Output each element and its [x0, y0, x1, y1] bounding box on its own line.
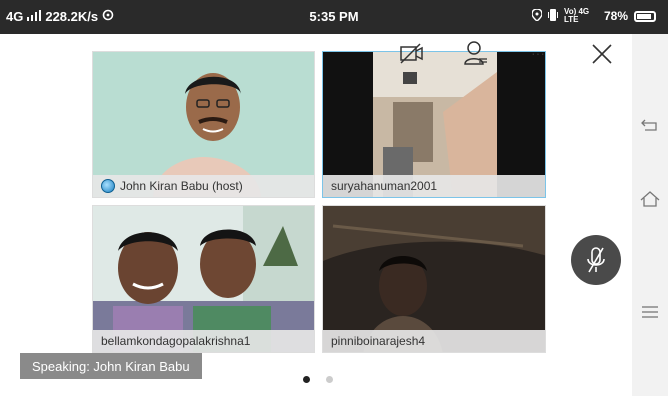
page-indicator[interactable]: [303, 376, 333, 383]
home-button[interactable]: [632, 184, 668, 214]
participant-label: pinniboinarajesh4: [323, 330, 545, 352]
participant-name: John Kiran Babu (host): [120, 179, 243, 193]
video-tile-participant[interactable]: pinniboinarajesh4: [322, 205, 546, 353]
battery-percent: 78%: [603, 9, 628, 23]
back-button[interactable]: [632, 110, 668, 140]
status-bar: 4G 228.2K/s 5:35 PM Vo) 4G LTE 78%: [0, 0, 668, 34]
participants-icon: [464, 41, 487, 65]
more-options-button[interactable]: ···: [526, 42, 550, 64]
host-badge-icon: [101, 179, 115, 193]
android-nav-bar: [632, 34, 668, 396]
participants-button[interactable]: [460, 38, 492, 68]
menu-button[interactable]: [632, 297, 668, 327]
meeting-stage: John Kiran Babu (host) suryahanuman2001: [0, 34, 632, 396]
video-tile-participant[interactable]: bellamkondagopalakrishna1: [92, 205, 315, 353]
speaking-banner: Speaking: John Kiran Babu: [20, 353, 202, 379]
status-right: Vo) 4G LTE 78%: [531, 7, 656, 24]
participant-label: bellamkondagopalakrishna1: [93, 330, 314, 352]
participant-label: John Kiran Babu (host): [93, 175, 314, 197]
close-icon: [592, 44, 612, 64]
vibrate-icon: [547, 8, 558, 24]
page-dot-active[interactable]: [303, 376, 310, 383]
microphone-muted-icon: [587, 247, 605, 273]
participant-label: suryahanuman2001: [323, 175, 545, 197]
participant-name: bellamkondagopalakrishna1: [101, 334, 251, 348]
close-button[interactable]: [588, 40, 616, 68]
mute-button[interactable]: [571, 235, 621, 285]
participant-name: pinniboinarajesh4: [331, 334, 426, 348]
participant-name: suryahanuman2001: [331, 179, 438, 193]
back-icon: [641, 119, 657, 131]
lte-indicator: Vo) 4G LTE: [563, 7, 590, 24]
video-tile-participant[interactable]: suryahanuman2001: [322, 51, 546, 198]
location-icon: [531, 7, 543, 24]
home-icon: [640, 191, 660, 207]
page-dot[interactable]: [326, 376, 333, 383]
battery-icon: [634, 10, 656, 22]
video-tile-host[interactable]: John Kiran Babu (host): [92, 51, 315, 198]
menu-icon: [642, 306, 658, 318]
video-off-icon: [400, 43, 423, 64]
more-icon: ···: [531, 45, 545, 61]
stop-video-button[interactable]: [396, 40, 428, 68]
